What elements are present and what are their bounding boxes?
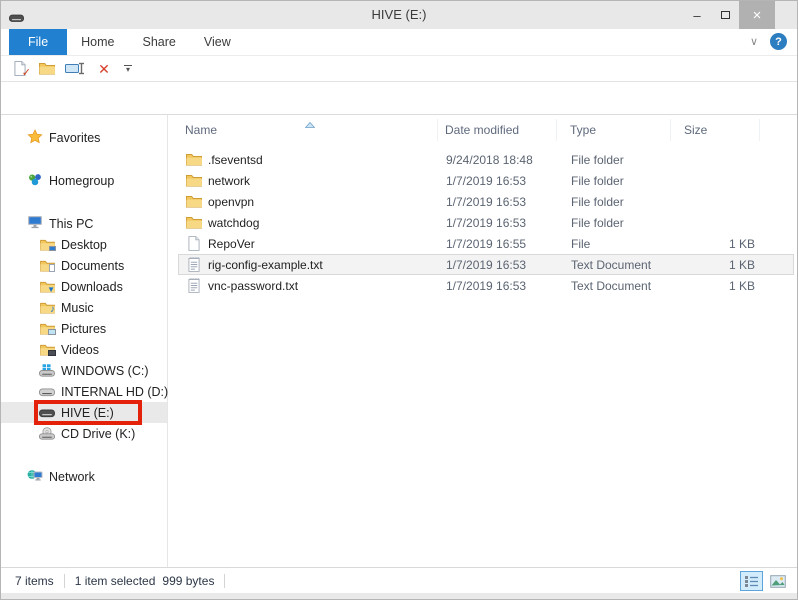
explorer-window: HIVE (E:) – × File Home Share View ∨ ? ✓… bbox=[0, 0, 798, 600]
file-row-rig-config-example[interactable]: rig-config-example.txt 1/7/2019 16:53 Te… bbox=[178, 254, 794, 275]
pictures-folder-icon bbox=[39, 323, 55, 335]
status-bar: 7 items 1 item selected 999 bytes bbox=[1, 567, 797, 593]
folder-icon bbox=[186, 153, 202, 166]
hive-drive-icon bbox=[39, 408, 55, 418]
sidebar-item-this-pc[interactable]: This PC bbox=[1, 213, 167, 234]
folder-icon bbox=[186, 195, 202, 208]
properties-button[interactable]: ✓ bbox=[11, 60, 29, 78]
delete-icon: ✕ bbox=[98, 62, 110, 76]
tab-view[interactable]: View bbox=[190, 29, 245, 55]
documents-folder-icon bbox=[39, 260, 55, 272]
star-icon bbox=[27, 129, 43, 147]
text-document-icon bbox=[186, 257, 202, 272]
title-bar[interactable]: HIVE (E:) – × bbox=[1, 1, 797, 29]
desktop-folder-icon bbox=[39, 239, 55, 251]
sidebar-item-hive-e[interactable]: HIVE (E:) bbox=[1, 402, 167, 423]
maximize-icon bbox=[721, 11, 730, 19]
status-divider bbox=[64, 574, 65, 588]
file-icon bbox=[186, 236, 202, 251]
minimize-button[interactable]: – bbox=[683, 1, 711, 29]
tab-home[interactable]: Home bbox=[67, 29, 128, 55]
sidebar-item-network[interactable]: Network bbox=[1, 466, 167, 487]
tab-share[interactable]: Share bbox=[129, 29, 190, 55]
sidebar-item-favorites[interactable]: Favorites bbox=[1, 127, 167, 148]
sidebar-item-windows-c[interactable]: WINDOWS (C:) bbox=[1, 360, 167, 381]
sidebar-item-desktop[interactable]: Desktop bbox=[1, 234, 167, 255]
sidebar-item-homegroup[interactable]: Homegroup bbox=[1, 170, 167, 191]
maximize-button[interactable] bbox=[711, 1, 739, 29]
new-folder-button[interactable] bbox=[38, 60, 56, 78]
delete-button[interactable]: ✕ bbox=[95, 60, 113, 78]
file-row-fseventsd[interactable]: .fseventsd 9/24/2018 18:48 File folder bbox=[178, 149, 794, 170]
computer-icon bbox=[27, 215, 43, 232]
column-header-type[interactable]: Type bbox=[557, 119, 671, 141]
homegroup-icon bbox=[27, 172, 43, 190]
selection-count: 1 item selected bbox=[75, 574, 156, 588]
column-headers: Name Date modified Type Size bbox=[178, 119, 794, 141]
sidebar-item-documents[interactable]: Documents bbox=[1, 255, 167, 276]
ribbon-tab-bar: File Home Share View bbox=[1, 29, 797, 56]
items-count: 7 items bbox=[15, 574, 54, 588]
tab-file[interactable]: File bbox=[9, 29, 67, 55]
navigation-bar: ▾ ▸ This PC ▸ HIVE (E:) ∨ ↻ bbox=[1, 82, 797, 115]
file-row-network[interactable]: network 1/7/2019 16:53 File folder bbox=[178, 170, 794, 191]
sidebar-item-videos[interactable]: Videos bbox=[1, 339, 167, 360]
expand-ribbon-icon[interactable]: ∨ bbox=[750, 35, 758, 48]
folder-icon bbox=[186, 174, 202, 187]
navigation-pane: Favorites Homegroup This PC Desktop Docu… bbox=[1, 115, 168, 567]
file-row-repover[interactable]: RepoVer 1/7/2019 16:55 File 1 KB bbox=[178, 233, 794, 254]
status-divider bbox=[224, 574, 225, 588]
help-button[interactable]: ? bbox=[770, 33, 787, 50]
hard-drive-icon bbox=[39, 387, 55, 397]
rename-button[interactable] bbox=[65, 60, 86, 78]
downloads-folder-icon: ▼ bbox=[39, 281, 55, 293]
folder-icon bbox=[186, 216, 202, 229]
cd-drive-icon bbox=[39, 427, 55, 440]
column-header-size[interactable]: Size bbox=[671, 119, 760, 141]
close-icon: × bbox=[753, 7, 762, 24]
sidebar-item-downloads[interactable]: ▼ Downloads bbox=[1, 276, 167, 297]
videos-folder-icon bbox=[39, 344, 55, 356]
thumbnails-view-button[interactable] bbox=[766, 571, 789, 591]
column-header-date-modified[interactable]: Date modified bbox=[438, 119, 557, 141]
file-row-vnc-password[interactable]: vnc-password.txt 1/7/2019 16:53 Text Doc… bbox=[178, 275, 794, 296]
window-frame-bottom bbox=[1, 593, 797, 599]
details-view-button[interactable] bbox=[740, 571, 763, 591]
close-button[interactable]: × bbox=[739, 1, 775, 29]
sidebar-item-pictures[interactable]: Pictures bbox=[1, 318, 167, 339]
sort-ascending-icon bbox=[305, 117, 315, 131]
network-icon bbox=[27, 468, 43, 485]
sidebar-item-music[interactable]: ♪ Music bbox=[1, 297, 167, 318]
check-icon: ✓ bbox=[22, 66, 31, 79]
window-title: HIVE (E:) bbox=[1, 1, 797, 29]
sidebar-item-cd-drive-k[interactable]: CD Drive (K:) bbox=[1, 423, 167, 444]
selection-size: 999 bytes bbox=[162, 574, 214, 588]
file-row-watchdog[interactable]: watchdog 1/7/2019 16:53 File folder bbox=[178, 212, 794, 233]
quick-access-toolbar: ✓ ✕ ▾ bbox=[1, 56, 797, 82]
text-document-icon bbox=[186, 278, 202, 293]
customize-toolbar-button[interactable]: ▾ bbox=[124, 65, 132, 72]
file-row-openvpn[interactable]: openvpn 1/7/2019 16:53 File folder bbox=[178, 191, 794, 212]
minimize-icon: – bbox=[693, 8, 700, 23]
file-list-pane: Name Date modified Type Size .fseventsd … bbox=[168, 115, 797, 567]
system-drive-icon bbox=[39, 364, 55, 377]
music-folder-icon: ♪ bbox=[39, 302, 55, 314]
sidebar-item-internal-hd-d[interactable]: INTERNAL HD (D:) bbox=[1, 381, 167, 402]
